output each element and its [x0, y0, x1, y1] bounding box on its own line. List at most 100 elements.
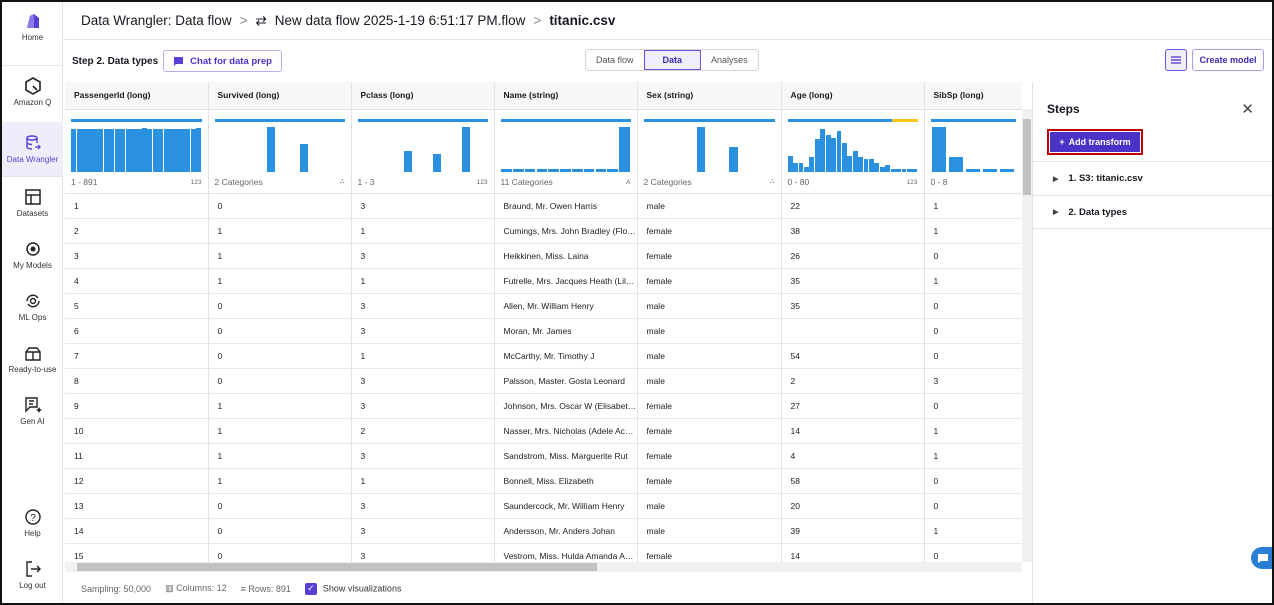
histogram-bar[interactable] — [152, 128, 158, 172]
table-cell[interactable]: 1 — [208, 393, 352, 419]
histogram-bar[interactable] — [179, 128, 186, 172]
table-cell[interactable]: 3 — [351, 318, 495, 344]
table-cell[interactable]: 0 — [924, 318, 1022, 344]
histogram-bar[interactable] — [901, 169, 907, 172]
histogram-bar[interactable] — [512, 169, 524, 172]
table-cell[interactable]: Moran, Mr. James — [494, 318, 638, 344]
histogram-bar[interactable] — [793, 162, 798, 172]
breadcrumb-flow-file[interactable]: New data flow 2025-1-19 6:51:17 PM.flow — [275, 13, 526, 28]
tab-data[interactable]: Data — [643, 50, 702, 70]
table-cell[interactable]: female — [637, 418, 782, 444]
table-cell[interactable]: Futrelle, Mrs. Jacques Heath (Lily May P… — [494, 268, 638, 294]
sidebar-item-home[interactable]: Home — [2, 12, 63, 42]
histogram-bar[interactable] — [890, 169, 896, 172]
histogram-bar[interactable] — [787, 155, 793, 172]
table-cell[interactable]: 1 — [208, 468, 352, 494]
histogram-bar[interactable] — [87, 128, 93, 172]
histogram-bar[interactable] — [560, 169, 571, 172]
histogram-bar[interactable] — [583, 169, 595, 172]
histogram-bar[interactable] — [299, 143, 308, 172]
table-cell[interactable]: Sandstrom, Miss. Marguerite Rut — [494, 443, 638, 469]
show-visualizations-checkbox[interactable]: ✓ Show visualizations — [304, 582, 401, 595]
histogram-bar[interactable] — [461, 126, 470, 172]
histogram-bar[interactable] — [196, 127, 202, 172]
histogram-bar[interactable] — [103, 128, 109, 172]
sidebar-item-data-wrangler[interactable]: Data Wrangler — [2, 122, 63, 176]
column-header[interactable]: PassengerId (long) — [65, 82, 209, 110]
histogram-bar[interactable] — [158, 128, 164, 172]
table-cell[interactable]: Bonnell, Miss. Elizabeth — [494, 468, 638, 494]
tab-data-flow[interactable]: Data flow — [586, 50, 644, 70]
histogram-bar[interactable] — [804, 167, 809, 172]
histogram-bar[interactable] — [501, 169, 512, 172]
histogram-bar[interactable] — [820, 128, 826, 172]
histogram-bar[interactable] — [852, 151, 858, 172]
table-cell[interactable]: 35 — [781, 268, 925, 294]
table-cell[interactable]: female — [637, 218, 782, 244]
table-cell[interactable]: Saundercock, Mr. William Henry — [494, 493, 638, 519]
table-cell[interactable]: 1 — [208, 218, 352, 244]
table-cell[interactable]: 0 — [924, 243, 1022, 269]
sidebar-item-ready-to-use[interactable]: Ready-to-use — [2, 344, 63, 374]
sidebar-item-my-models[interactable]: My Models — [2, 240, 63, 270]
table-cell[interactable]: 0 — [208, 368, 352, 394]
table-cell[interactable]: 0 — [924, 393, 1022, 419]
table-cell[interactable]: 1 — [208, 443, 352, 469]
table-cell[interactable]: 4 — [781, 443, 925, 469]
table-cell[interactable]: male — [637, 293, 782, 319]
column-header[interactable]: Survived (long) — [208, 82, 352, 110]
histogram-bar[interactable] — [999, 169, 1015, 172]
histogram-bar[interactable] — [185, 128, 191, 172]
table-cell[interactable]: Johnson, Mrs. Oscar W (Elisabeth Vilhelm… — [494, 393, 638, 419]
histogram-bar[interactable] — [879, 167, 885, 172]
column-header[interactable]: Sex (string) — [637, 82, 782, 110]
histogram-bar[interactable] — [836, 131, 842, 172]
histogram-bar[interactable] — [595, 169, 607, 172]
histogram-bar[interactable] — [841, 143, 847, 172]
histogram-bar[interactable] — [696, 126, 705, 172]
histogram-bar[interactable] — [619, 126, 630, 172]
histogram-bar[interactable] — [869, 158, 874, 172]
histogram-bar[interactable] — [548, 169, 559, 172]
table-cell[interactable]: 1 — [924, 268, 1022, 294]
table-cell[interactable]: female — [637, 393, 782, 419]
histogram-bar[interactable] — [114, 128, 120, 172]
table-cell[interactable]: 39 — [781, 518, 925, 544]
histogram-bar[interactable] — [76, 128, 82, 172]
tab-analyses[interactable]: Analyses — [701, 50, 758, 70]
table-cell[interactable]: male — [637, 493, 782, 519]
table-cell[interactable]: 2 — [781, 368, 925, 394]
histogram-bar[interactable] — [874, 162, 880, 172]
histogram-bar[interactable] — [729, 146, 738, 172]
histogram-bar[interactable] — [169, 128, 175, 172]
histogram-bar[interactable] — [141, 127, 147, 172]
add-transform-button[interactable]: + Add transform — [1050, 132, 1140, 152]
table-cell[interactable]: 0 — [208, 518, 352, 544]
table-cell[interactable]: female — [637, 268, 782, 294]
histogram-bar[interactable] — [92, 128, 99, 172]
table-cell[interactable]: 1 — [924, 418, 1022, 444]
table-cell[interactable]: 1 — [208, 243, 352, 269]
table-cell[interactable]: 3 — [351, 443, 495, 469]
breadcrumb-data-flow[interactable]: Data Wrangler: Data flow — [81, 13, 232, 28]
table-cell[interactable]: 27 — [781, 393, 925, 419]
histogram-bar[interactable] — [965, 169, 981, 172]
table-cell[interactable]: Andersson, Mr. Anders Johan — [494, 518, 638, 544]
histogram-bar[interactable] — [858, 157, 863, 172]
table-cell[interactable]: 12 — [65, 468, 209, 494]
table-cell[interactable]: 38 — [781, 218, 925, 244]
column-header[interactable]: SibSp (long) — [924, 82, 1022, 110]
sidebar-item-ml-ops[interactable]: ML Ops — [2, 292, 63, 322]
table-cell[interactable]: 3 — [351, 193, 495, 219]
histogram-bar[interactable] — [404, 151, 413, 172]
table-cell[interactable]: 1 — [351, 343, 495, 369]
table-cell[interactable]: 1 — [924, 193, 1022, 219]
histogram-bar[interactable] — [896, 169, 901, 172]
histogram-bar[interactable] — [536, 169, 548, 172]
histogram-bar[interactable] — [798, 163, 804, 172]
table-cell[interactable]: 1 — [351, 468, 495, 494]
table-cell[interactable]: 1 — [208, 268, 352, 294]
table-cell[interactable]: 10 — [65, 418, 209, 444]
table-cell[interactable]: male — [637, 518, 782, 544]
table-cell[interactable]: 3 — [351, 493, 495, 519]
